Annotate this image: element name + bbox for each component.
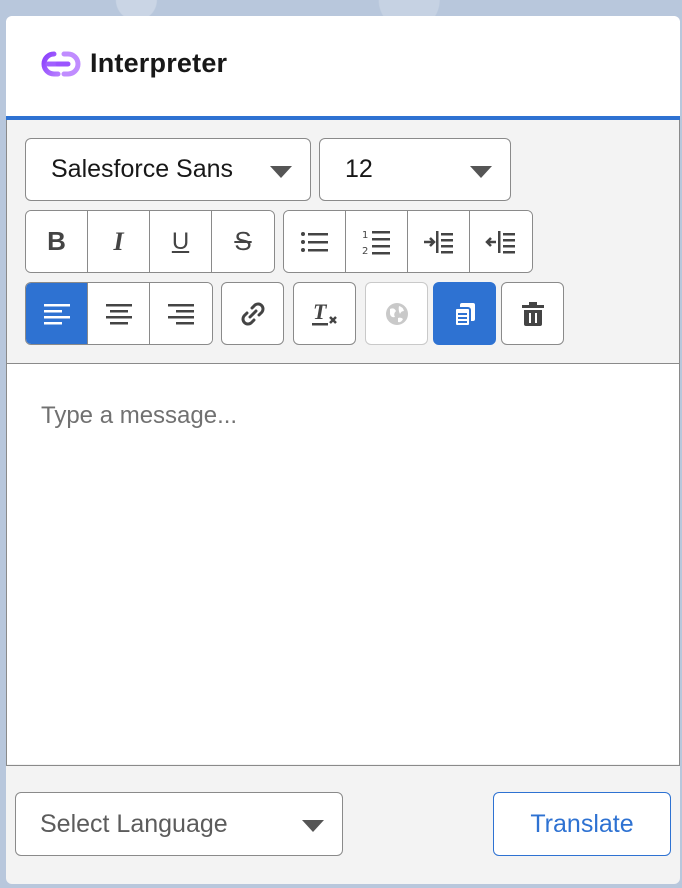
align-center-icon bbox=[105, 303, 132, 324]
font-size-value: 12 bbox=[345, 155, 373, 183]
insert-link-button[interactable] bbox=[221, 282, 284, 345]
align-left-button[interactable] bbox=[26, 283, 88, 344]
translate-globe-button[interactable] bbox=[365, 282, 428, 345]
italic-icon: I bbox=[113, 226, 124, 256]
copy-button[interactable] bbox=[433, 282, 496, 345]
translate-button[interactable]: Translate bbox=[493, 792, 671, 856]
align-center-button[interactable] bbox=[88, 283, 150, 344]
clear-formatting-button[interactable]: T bbox=[293, 282, 356, 345]
remove-formatting-icon: T bbox=[311, 299, 337, 325]
bulleted-list-icon bbox=[300, 231, 328, 252]
trash-icon bbox=[521, 301, 544, 326]
svg-text:2: 2 bbox=[362, 246, 368, 256]
editor-toolbar: Salesforce Sans 12 B I U S 1 2 T bbox=[7, 120, 679, 364]
bold-icon: B bbox=[47, 226, 66, 256]
interlinked-rings-logo-icon bbox=[34, 46, 88, 82]
font-family-select[interactable]: Salesforce Sans bbox=[25, 138, 311, 201]
language-select[interactable]: Select Language bbox=[15, 792, 343, 856]
indent-icon bbox=[423, 230, 453, 253]
align-left-icon bbox=[43, 303, 70, 324]
globe-icon bbox=[385, 302, 408, 325]
svg-text:1: 1 bbox=[362, 230, 368, 241]
interpreter-panel: Interpreter Salesforce Sans 12 B I U S 1… bbox=[6, 16, 680, 884]
outdent-button[interactable] bbox=[470, 211, 532, 272]
list-indent-group: 1 2 bbox=[283, 210, 533, 273]
message-placeholder: Type a message... bbox=[41, 402, 238, 429]
delete-button[interactable] bbox=[501, 282, 564, 345]
language-select-placeholder: Select Language bbox=[40, 809, 228, 838]
font-family-value: Salesforce Sans bbox=[51, 155, 234, 183]
text-format-group: B I U S bbox=[25, 210, 275, 273]
font-size-select[interactable]: 12 bbox=[319, 138, 511, 201]
numbered-list-icon: 1 2 bbox=[362, 230, 390, 256]
underline-icon: U bbox=[171, 227, 190, 255]
message-input-area[interactable]: Type a message... bbox=[7, 364, 679, 764]
bulleted-list-button[interactable] bbox=[284, 211, 346, 272]
link-icon bbox=[241, 302, 264, 325]
strikethrough-icon: S bbox=[234, 226, 252, 256]
bold-button[interactable]: B bbox=[26, 211, 88, 272]
numbered-list-button[interactable]: 1 2 bbox=[346, 211, 408, 272]
strikethrough-button[interactable]: S bbox=[212, 211, 274, 272]
underline-button[interactable]: U bbox=[150, 211, 212, 272]
align-right-button[interactable] bbox=[150, 283, 212, 344]
alignment-group bbox=[25, 282, 213, 345]
chevron-down-icon bbox=[270, 166, 292, 178]
chevron-down-icon bbox=[302, 820, 324, 832]
translate-button-label: Translate bbox=[530, 809, 634, 838]
rich-text-editor: Salesforce Sans 12 B I U S 1 2 T Type a … bbox=[6, 120, 680, 766]
panel-header: Interpreter bbox=[6, 16, 680, 120]
svg-text:T: T bbox=[313, 299, 328, 324]
app-title: Interpreter bbox=[90, 48, 228, 78]
align-right-icon bbox=[168, 303, 194, 324]
chevron-down-icon bbox=[470, 166, 492, 178]
copy-icon bbox=[453, 302, 475, 327]
italic-button[interactable]: I bbox=[88, 211, 150, 272]
outdent-icon bbox=[485, 230, 515, 253]
indent-button[interactable] bbox=[408, 211, 470, 272]
